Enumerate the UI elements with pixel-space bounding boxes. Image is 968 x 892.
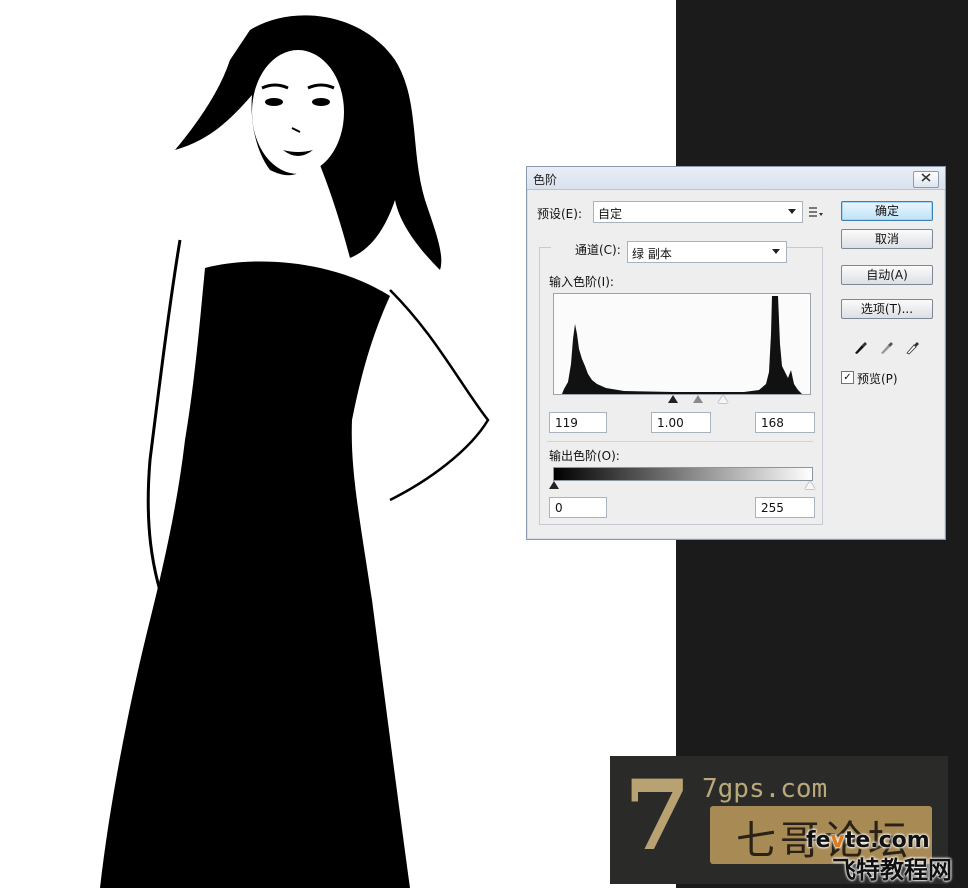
input-black-slider[interactable] xyxy=(668,395,678,403)
dialog-titlebar[interactable]: 色阶 xyxy=(527,167,945,190)
preset-menu-icon[interactable] xyxy=(809,207,823,217)
output-levels-label: 输出色阶(O): xyxy=(549,449,620,463)
options-button[interactable]: 选项(T)... xyxy=(841,299,933,319)
channel-value: 绿 副本 xyxy=(632,247,672,261)
chevron-down-icon xyxy=(772,249,780,254)
output-gradient-bar xyxy=(553,467,813,481)
watermark-fevte-name: 飞特教程网 xyxy=(832,856,952,884)
preset-select[interactable]: 自定 xyxy=(593,201,803,223)
chevron-down-icon xyxy=(788,209,796,214)
cancel-button[interactable]: 取消 xyxy=(841,229,933,249)
output-black-slider[interactable] xyxy=(549,481,559,489)
input-white-field[interactable]: 168 xyxy=(755,412,815,433)
dialog-title: 色阶 xyxy=(533,173,558,187)
channel-select[interactable]: 绿 副本 xyxy=(627,241,787,263)
levels-dialog: 色阶 预设(E): 自定 通道(C): 绿 副本 输入色阶(I): 119 1.… xyxy=(526,166,946,540)
watermark-url: 7gps.com xyxy=(702,774,828,804)
input-white-slider[interactable] xyxy=(718,395,728,403)
output-white-slider[interactable] xyxy=(805,481,815,489)
gray-eyedropper-icon[interactable] xyxy=(879,337,895,355)
output-black-field[interactable]: 0 xyxy=(549,497,607,518)
auto-button[interactable]: 自动(A) xyxy=(841,265,933,285)
divider xyxy=(547,441,813,442)
input-gamma-field[interactable]: 1.00 xyxy=(651,412,711,433)
input-black-field[interactable]: 119 xyxy=(549,412,607,433)
histogram xyxy=(553,293,811,395)
output-white-field[interactable]: 255 xyxy=(755,497,815,518)
white-eyedropper-icon[interactable] xyxy=(905,337,921,355)
preset-value: 自定 xyxy=(598,207,623,221)
histogram-graph xyxy=(562,296,802,394)
watermark-logo: 7 xyxy=(624,759,691,872)
input-gamma-slider[interactable] xyxy=(693,395,703,403)
close-button[interactable] xyxy=(913,171,939,188)
preset-label: 预设(E): xyxy=(537,207,582,221)
preview-label: 预览(P) xyxy=(857,372,898,386)
ok-button[interactable]: 确定 xyxy=(841,201,933,221)
preview-checkbox[interactable]: ✓ xyxy=(841,371,854,384)
input-levels-label: 输入色阶(I): xyxy=(549,275,614,289)
black-eyedropper-icon[interactable] xyxy=(853,337,869,355)
close-icon xyxy=(921,173,931,182)
